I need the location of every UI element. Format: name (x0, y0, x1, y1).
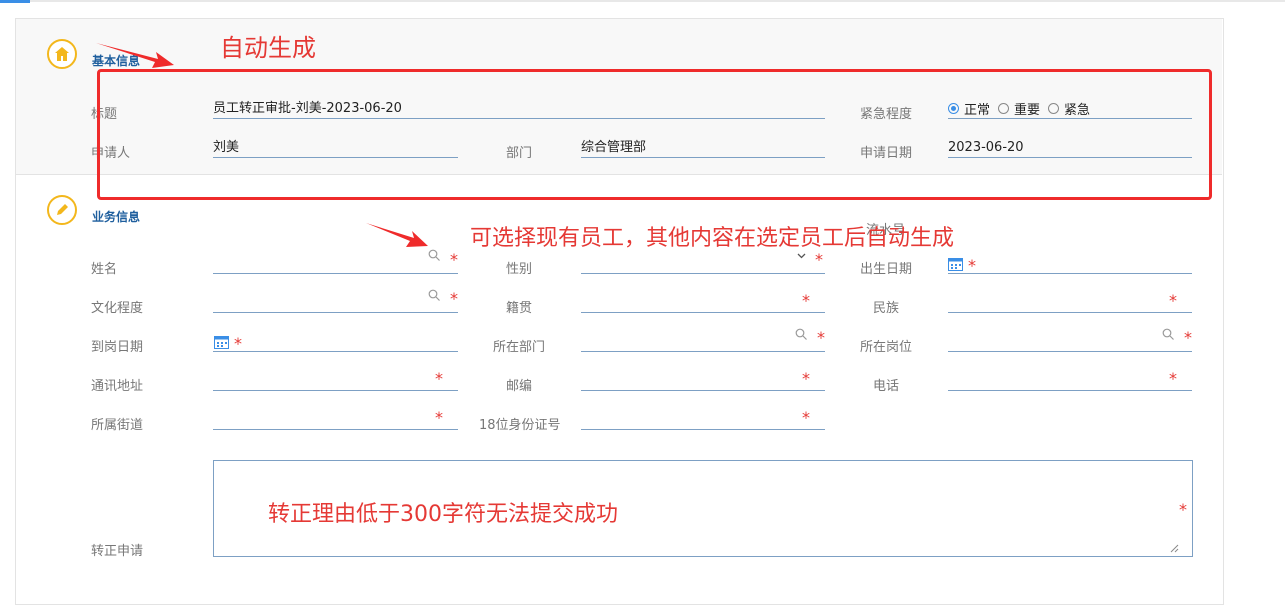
department-label: 所在部门 (493, 340, 546, 355)
department-field[interactable] (581, 332, 825, 352)
annotation-select-employee: 可选择现有员工，其他内容在选定员工后自动生成 (470, 226, 955, 251)
required-mark: * (435, 408, 443, 427)
position-label: 所在岗位 (860, 340, 913, 355)
search-icon[interactable] (1162, 328, 1174, 340)
idcard-field[interactable] (581, 410, 825, 430)
idcard-label: 18位身份证号 (479, 418, 561, 433)
required-mark: * (802, 408, 810, 427)
required-mark: * (435, 369, 443, 388)
required-mark: * (815, 250, 823, 269)
education-field[interactable] (213, 293, 458, 313)
onboard-label: 到岗日期 (91, 340, 144, 355)
annotation-box (97, 69, 1212, 200)
gender-select[interactable] (581, 254, 825, 274)
name-label: 姓名 (91, 262, 118, 277)
postcode-field[interactable] (581, 371, 825, 391)
required-mark: * (817, 328, 825, 347)
top-bar-accent (0, 0, 30, 3)
ethnic-field[interactable] (948, 293, 1192, 313)
required-mark: * (802, 369, 810, 388)
birth-label: 出生日期 (860, 262, 913, 277)
reason-label: 转正申请 (91, 544, 144, 559)
required-mark: * (1179, 500, 1187, 519)
required-mark: * (450, 289, 458, 308)
search-icon[interactable] (428, 249, 440, 261)
address-label: 通讯地址 (91, 379, 144, 394)
phone-field[interactable] (948, 371, 1192, 391)
chevron-down-icon[interactable] (797, 253, 806, 259)
search-icon[interactable] (795, 328, 807, 340)
calendar-icon[interactable] (948, 257, 963, 271)
address-field[interactable] (213, 371, 458, 391)
annotation-arrow-icon (96, 43, 174, 68)
education-label: 文化程度 (91, 301, 144, 316)
edit-icon (47, 195, 77, 225)
top-bar (0, 0, 1285, 2)
street-field[interactable] (213, 410, 458, 430)
birth-field[interactable] (948, 254, 1192, 274)
annotation-arrow-icon (366, 223, 428, 247)
annotation-reason-rule: 转正理由低于300字符无法提交成功 (268, 502, 618, 527)
native-label: 籍贯 (506, 301, 533, 316)
calendar-icon[interactable] (214, 335, 229, 349)
required-mark: * (968, 256, 976, 275)
gender-label: 性别 (506, 262, 533, 277)
required-mark: * (450, 250, 458, 269)
phone-label: 电话 (873, 379, 900, 394)
ethnic-label: 民族 (873, 301, 900, 316)
name-field[interactable] (213, 254, 458, 274)
position-field[interactable] (948, 332, 1192, 352)
business-section-title: 业务信息 (92, 210, 141, 224)
postcode-label: 邮编 (506, 379, 533, 394)
home-icon (47, 39, 77, 69)
required-mark: * (802, 291, 810, 310)
required-mark: * (1184, 328, 1192, 347)
street-label: 所属街道 (91, 418, 144, 433)
required-mark: * (234, 334, 242, 353)
search-icon[interactable] (428, 289, 440, 301)
required-mark: * (1169, 291, 1177, 310)
native-field[interactable] (581, 293, 825, 313)
resize-handle-icon[interactable] (1170, 544, 1179, 553)
onboard-field[interactable] (213, 332, 458, 352)
annotation-auto-generate: 自动生成 (220, 34, 316, 62)
required-mark: * (1169, 369, 1177, 388)
